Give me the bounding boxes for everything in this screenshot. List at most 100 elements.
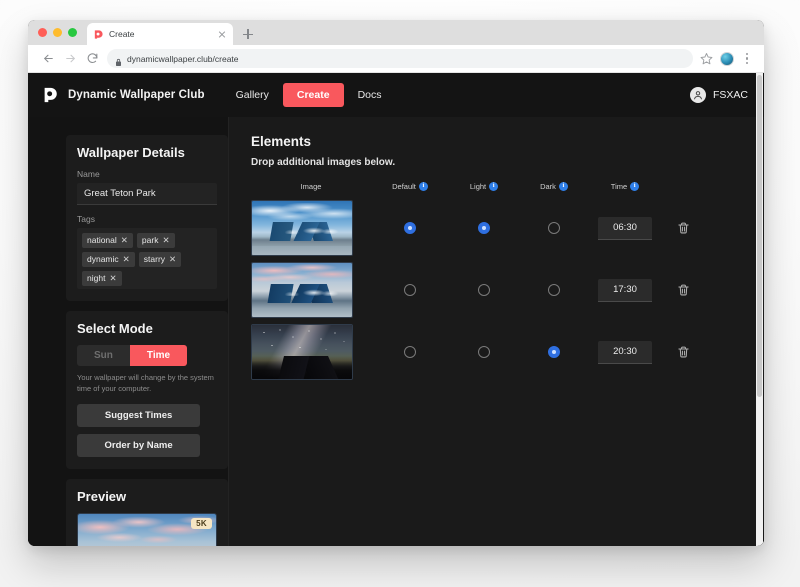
suggest-times-button[interactable]: Suggest Times: [77, 403, 201, 427]
delete-cell: [661, 221, 705, 235]
column-header-light: Light i: [449, 182, 519, 191]
dark-radio-cell: [519, 346, 589, 358]
tab-title: Create: [109, 29, 135, 39]
kebab-menu-icon[interactable]: [741, 52, 753, 66]
dark-radio[interactable]: [548, 284, 560, 296]
info-icon[interactable]: i: [558, 182, 568, 191]
thumbnail-artwork: [252, 325, 352, 379]
light-radio-cell: [449, 284, 519, 296]
tag-chip[interactable]: park ✕: [136, 233, 175, 248]
nav-link-gallery[interactable]: Gallery: [226, 84, 279, 106]
elements-panel: Elements Drop additional images below. I…: [228, 117, 764, 546]
user-name: FSXAC: [712, 89, 748, 101]
default-radio[interactable]: [404, 346, 416, 358]
new-tab-icon[interactable]: [241, 27, 255, 41]
trash-icon[interactable]: [677, 283, 690, 297]
element-thumbnail[interactable]: [251, 200, 353, 256]
tag-chip[interactable]: dynamic ✕: [82, 252, 135, 267]
address-bar[interactable]: dynamicwallpaper.club/create: [107, 49, 693, 68]
dark-radio[interactable]: [548, 222, 560, 234]
default-radio[interactable]: [404, 284, 416, 296]
default-radio[interactable]: [404, 222, 416, 234]
preview-card: Preview 5K: [66, 478, 228, 546]
tag-chip[interactable]: national ✕: [82, 233, 133, 248]
bookmark-star-icon[interactable]: [700, 52, 713, 65]
close-tab-icon[interactable]: [217, 29, 227, 39]
column-header-time: Time i: [589, 182, 661, 191]
remove-tag-icon[interactable]: ✕: [123, 254, 130, 265]
order-by-name-button[interactable]: Order by Name: [77, 433, 201, 457]
info-icon[interactable]: i: [489, 182, 499, 191]
select-mode-card: Select Mode Sun Time Your wallpaper will…: [66, 311, 228, 469]
minimize-window-button[interactable]: [53, 28, 62, 37]
preview-image[interactable]: 5K: [77, 512, 217, 546]
time-input[interactable]: 20:30: [598, 340, 652, 364]
toolbar-actions: [700, 51, 755, 66]
dark-radio-cell: [519, 222, 589, 234]
time-cell: 06:30: [589, 216, 661, 240]
info-icon[interactable]: i: [630, 182, 640, 191]
dark-radio[interactable]: [548, 346, 560, 358]
table-row: 17:30: [251, 259, 689, 321]
nav-link-create[interactable]: Create: [282, 83, 344, 107]
info-icon[interactable]: i: [418, 182, 428, 191]
remove-tag-icon[interactable]: ✕: [162, 235, 169, 246]
time-input[interactable]: 17:30: [598, 278, 652, 302]
wallpaper-details-card: Wallpaper Details Name Great Teton Park …: [66, 135, 228, 301]
dark-radio-cell: [519, 284, 589, 296]
tags-input[interactable]: national ✕ park ✕ dynamic ✕ starry ✕ nig…: [77, 228, 217, 289]
page-viewport: Dynamic Wallpaper Club Gallery Create Do…: [28, 73, 764, 546]
vertical-scrollbar[interactable]: [756, 73, 763, 546]
reload-icon[interactable]: [81, 48, 103, 70]
chrome-profile-icon[interactable]: [720, 51, 734, 66]
remove-tag-icon[interactable]: ✕: [169, 254, 176, 265]
element-thumbnail[interactable]: [251, 262, 353, 318]
nav-links: Gallery Create Docs: [226, 83, 392, 107]
mode-helper-text: Your wallpaper will change by the system…: [77, 373, 214, 393]
lock-icon: [115, 54, 122, 66]
tag-label: national: [87, 235, 117, 246]
default-radio-cell: [371, 284, 449, 296]
mode-option-sun[interactable]: Sun: [77, 345, 130, 366]
mode-toggle-group: Sun Time: [77, 345, 188, 366]
dynamic-wallpaper-logo-icon: [42, 86, 60, 104]
back-arrow-icon[interactable]: [37, 48, 59, 70]
maximize-window-button[interactable]: [68, 28, 77, 37]
thumbnail-artwork: [252, 201, 352, 255]
tag-chip[interactable]: night ✕: [82, 271, 122, 286]
trash-icon[interactable]: [677, 345, 690, 359]
light-radio[interactable]: [478, 284, 490, 296]
resolution-badge: 5K: [191, 517, 212, 529]
remove-tag-icon[interactable]: ✕: [109, 273, 116, 284]
element-thumbnail[interactable]: [251, 324, 353, 380]
column-header-default: Default i: [371, 182, 449, 191]
name-input[interactable]: Great Teton Park: [77, 183, 217, 205]
light-radio-cell: [449, 222, 519, 234]
url-text: dynamicwallpaper.club/create: [127, 53, 239, 64]
brand[interactable]: Dynamic Wallpaper Club: [42, 86, 205, 104]
light-radio[interactable]: [478, 346, 490, 358]
delete-cell: [661, 345, 705, 359]
user-menu[interactable]: FSXAC: [689, 87, 748, 103]
page-content: Wallpaper Details Name Great Teton Park …: [28, 117, 764, 546]
close-window-button[interactable]: [38, 28, 47, 37]
tag-label: starry: [143, 254, 166, 265]
brand-name: Dynamic Wallpaper Club: [68, 89, 205, 101]
remove-tag-icon[interactable]: ✕: [121, 235, 128, 246]
elements-table-header: Image Default i Light i Dark i Time i: [251, 182, 668, 191]
time-input[interactable]: 06:30: [598, 216, 652, 240]
light-radio[interactable]: [478, 222, 490, 234]
elements-table: Image Default i Light i Dark i Time i 06…: [251, 182, 689, 383]
mode-option-time[interactable]: Time: [129, 345, 188, 366]
tag-chip[interactable]: starry ✕: [138, 252, 182, 267]
column-header-dark: Dark i: [519, 182, 589, 191]
trash-icon[interactable]: [677, 221, 690, 235]
tag-label: park: [141, 235, 159, 246]
nav-link-docs[interactable]: Docs: [348, 84, 392, 106]
name-label: Name: [77, 169, 100, 179]
scrollbar-thumb[interactable]: [757, 75, 762, 397]
page-backdrop: Create dynamicwallpaper.club/create Dyna…: [0, 0, 800, 587]
app-navbar: Dynamic Wallpaper Club Gallery Create Do…: [28, 73, 764, 117]
browser-tab[interactable]: Create: [87, 23, 233, 45]
tags-label: Tags: [77, 214, 95, 224]
